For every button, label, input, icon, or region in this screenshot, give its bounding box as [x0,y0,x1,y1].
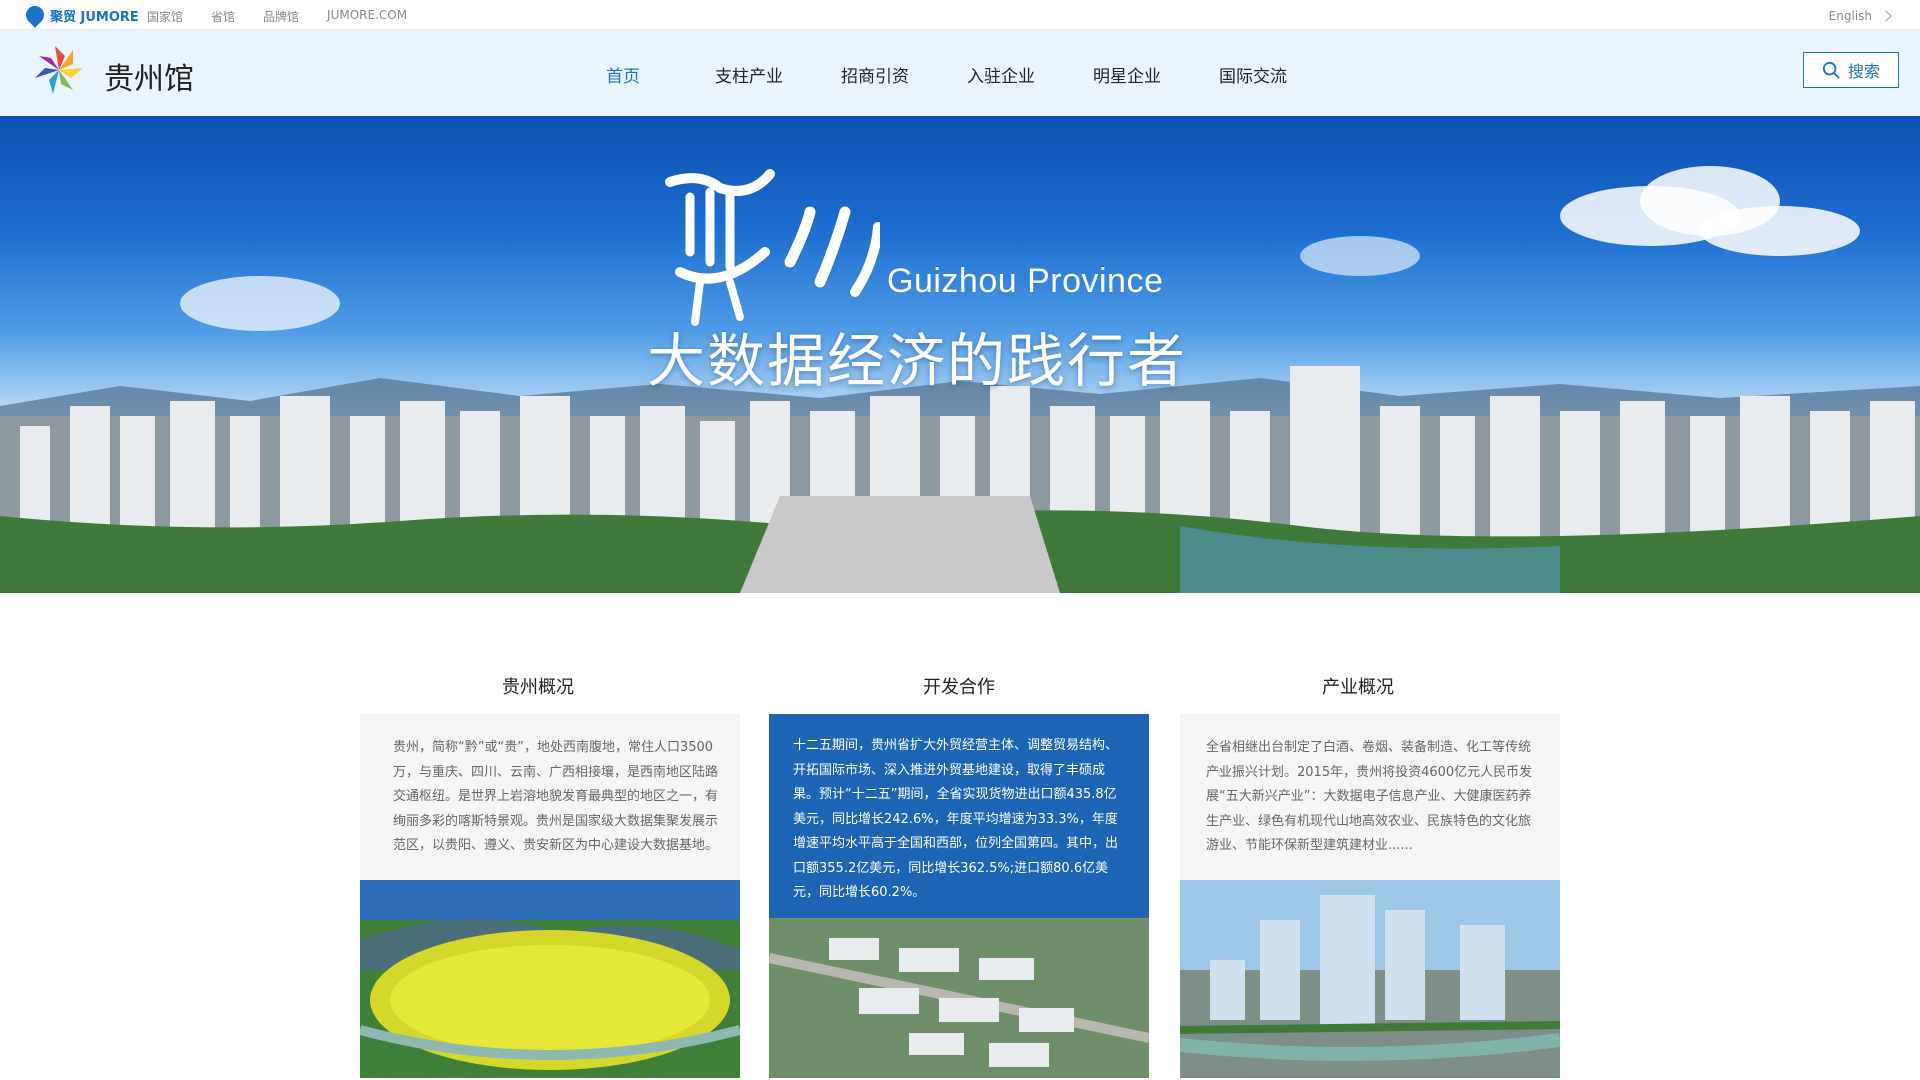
top-link-brand[interactable]: 品牌馆 [263,8,299,25]
jumore-brand-link[interactable]: 聚贸 JUMORE [22,2,139,28]
nav-item-international-exchange[interactable]: 国际交流 [1190,62,1316,87]
chevron-right-icon [1880,10,1892,22]
jumore-brand-text: 聚贸 JUMORE [50,9,139,25]
card-text-industry: 全省相继出台制定了白酒、卷烟、装备制造、化工等传统产业振兴计划。2015年，贵州… [1206,740,1533,853]
search-label: 搜索 [1847,62,1880,81]
rapeseed-field-image [360,880,740,1078]
nav-item-investment[interactable]: 招商引资 [812,62,938,87]
section-title-overview: 贵州概况 [502,677,574,698]
hero-slogan: 大数据经济的践行者 [647,327,1188,395]
site-title: 贵州馆 [104,62,194,97]
site-header: 贵州馆 首页 支柱产业 招商引资 入驻企业 明星企业 国际交流 搜索 [0,30,1920,116]
nav-item-home[interactable]: 首页 [560,62,686,87]
card-development-cooperation[interactable]: 十二五期间，贵州省扩大外贸经营主体、调整贸易结构、开拓国际市场、深入推进外贸基地… [769,714,1149,1078]
hero-banner: Guizhou Province 大数据经济的践行者 [0,116,1920,593]
hero-english-title: Guizhou Province [887,262,1164,300]
search-button[interactable]: 搜索 [1803,52,1899,88]
top-link-provincial[interactable]: 省馆 [211,8,235,25]
industrial-park-image [769,918,1149,1078]
language-label: English [1828,9,1872,23]
city-buildings-image [1180,880,1560,1078]
top-utility-bar: 聚贸 JUMORE 国家馆 省馆 品牌馆 JUMORE.COM English [0,0,1920,30]
section-title-industry: 产业概况 [1322,677,1394,698]
section-title-cooperation: 开发合作 [923,677,995,698]
nav-item-star-companies[interactable]: 明星企业 [1064,62,1190,87]
nav-item-pillar-industries[interactable]: 支柱产业 [686,62,812,87]
pinwheel-logo-icon[interactable] [32,43,86,97]
main-nav: 首页 支柱产业 招商引资 入驻企业 明星企业 国际交流 [560,62,1316,87]
language-switch[interactable]: English [1828,9,1892,23]
card-text-cooperation: 十二五期间，贵州省扩大外贸经营主体、调整贸易结构、开拓国际市场、深入推进外贸基地… [769,714,1149,918]
card-industry-overview[interactable]: 全省相继出台制定了白酒、卷烟、装备制造、化工等传统产业振兴计划。2015年，贵州… [1180,714,1560,1078]
search-icon [1822,61,1840,79]
card-text-overview: 贵州，简称“黔”或“贵”，地处西南腹地，常住人口3500万，与重庆、四川、云南、… [393,740,719,853]
jumore-drop-icon [22,2,48,28]
top-link-national[interactable]: 国家馆 [147,8,183,25]
guizhou-calligraphy-logo [665,169,880,326]
top-nav: 国家馆 省馆 品牌馆 JUMORE.COM [147,8,407,25]
nav-item-resident-companies[interactable]: 入驻企业 [938,62,1064,87]
card-guizhou-overview[interactable]: 贵州，简称“黔”或“贵”，地处西南腹地，常住人口3500万，与重庆、四川、云南、… [360,714,740,1078]
top-link-jumore-com[interactable]: JUMORE.COM [327,8,407,25]
